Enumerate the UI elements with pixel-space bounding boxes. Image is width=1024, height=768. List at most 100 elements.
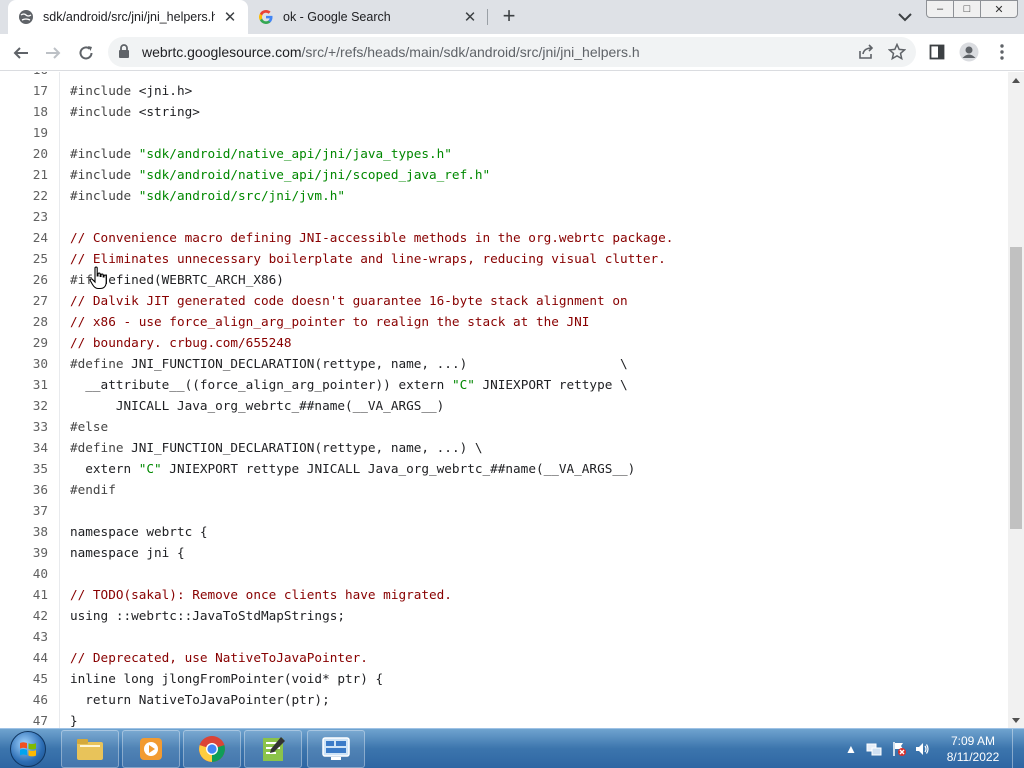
address-bar[interactable]: webrtc.googlesource.com/src/+/refs/heads…	[108, 37, 916, 67]
source-viewer: 1617 #include <jni.h> 18 #include <string> 1…	[0, 72, 1008, 728]
line-number[interactable]: 32	[0, 395, 48, 416]
forward-arrow-icon	[46, 47, 61, 59]
bookmark-star-icon[interactable]	[887, 42, 907, 66]
line-number[interactable]: 19	[0, 122, 48, 143]
gutter-divider	[59, 72, 60, 728]
code-text: // Convenience macro defining JNI-access…	[70, 230, 674, 245]
line-number[interactable]: 40	[0, 563, 48, 584]
hand-cursor-icon	[89, 266, 109, 290]
notepad-editor-icon	[263, 737, 285, 761]
maximize-button[interactable]: □	[953, 0, 981, 18]
volume-speaker-icon[interactable]	[914, 741, 930, 757]
minimize-button[interactable]: –	[926, 0, 954, 18]
close-window-button[interactable]: ✕	[980, 0, 1018, 18]
line-number[interactable]: 26	[0, 269, 48, 290]
profile-avatar-icon[interactable]	[959, 42, 979, 62]
line-number[interactable]: 39	[0, 542, 48, 563]
line-number[interactable]: 16	[0, 72, 48, 80]
network-icon[interactable]	[866, 741, 882, 757]
kebab-menu-icon[interactable]	[992, 42, 1012, 62]
code-text: #define JNI_FUNCTION_DECLARATION(rettype…	[70, 440, 483, 455]
system-clock[interactable]: 7:09 AM 8/11/2022	[937, 733, 1009, 765]
url-path: /src/+/refs/heads/main/sdk/android/src/j…	[301, 44, 640, 60]
line-number[interactable]: 29	[0, 332, 48, 353]
line-number[interactable]: 17	[0, 80, 48, 101]
url-text[interactable]: webrtc.googlesource.com/src/+/refs/heads…	[142, 44, 640, 60]
taskbar-editor-button[interactable]	[244, 730, 302, 768]
line-number[interactable]: 22	[0, 185, 48, 206]
share-icon[interactable]	[857, 43, 875, 66]
line-number[interactable]: 33	[0, 416, 48, 437]
taskbar-explorer-button[interactable]	[61, 730, 119, 768]
code-text: // Eliminates unnecessary boilerplate an…	[70, 251, 666, 266]
line-number[interactable]: 36	[0, 479, 48, 500]
line-number[interactable]: 27	[0, 290, 48, 311]
tab-divider	[487, 9, 488, 25]
close-tab-icon[interactable]: ✕	[222, 9, 238, 26]
close-tab-icon[interactable]: ✕	[462, 9, 478, 26]
lock-icon[interactable]	[118, 44, 130, 64]
code-text: #endif	[70, 482, 116, 497]
line-number[interactable]: 47	[0, 710, 48, 728]
scrollbar-thumb[interactable]	[1010, 247, 1022, 529]
new-tab-button[interactable]: +	[498, 3, 520, 28]
code-text: namespace webrtc {	[70, 524, 208, 539]
scroll-up-arrow-icon[interactable]	[1008, 72, 1024, 88]
code-text: // Dalvik JIT generated code doesn't gua…	[70, 293, 628, 308]
line-number[interactable]: 23	[0, 206, 48, 227]
taskbar-media-player-button[interactable]	[122, 730, 180, 768]
tab-search-chevron-icon[interactable]	[896, 9, 914, 25]
code-text: #define JNI_FUNCTION_DECLARATION(rettype…	[70, 356, 628, 371]
line-number[interactable]: 43	[0, 626, 48, 647]
code-text: #include "sdk/android/native_api/jni/sco…	[70, 167, 491, 182]
line-number[interactable]: 30	[0, 353, 48, 374]
code-text: extern "C" JNIEXPORT rettype JNICALL Jav…	[70, 461, 636, 476]
line-number[interactable]: 24	[0, 227, 48, 248]
line-number[interactable]: 25	[0, 248, 48, 269]
line-number[interactable]: 44	[0, 647, 48, 668]
reload-icon	[79, 46, 93, 60]
taskbar-remote-desktop-button[interactable]	[307, 730, 365, 768]
line-number[interactable]: 42	[0, 605, 48, 626]
tab-jni-helpers[interactable]: sdk/android/src/jni/jni_helpers.h ✕	[8, 0, 248, 34]
line-number[interactable]: 18	[0, 101, 48, 122]
action-center-flag-icon[interactable]	[891, 741, 907, 757]
line-number[interactable]: 31	[0, 374, 48, 395]
back-button[interactable]	[8, 40, 34, 66]
code-text: namespace jni {	[70, 545, 185, 560]
taskbar-chrome-button[interactable]	[183, 730, 241, 768]
show-hidden-icons-chevron-icon[interactable]: ▲	[843, 741, 859, 757]
vertical-scrollbar[interactable]	[1008, 72, 1024, 728]
code-text: #else	[70, 419, 109, 434]
remote-desktop-icon	[322, 737, 350, 760]
line-number[interactable]: 45	[0, 668, 48, 689]
code-text: inline long jlongFromPointer(void* ptr) …	[70, 671, 384, 686]
line-number[interactable]: 35	[0, 458, 48, 479]
code-text: // boundary. crbug.com/655248	[70, 335, 292, 350]
code-text: // TODO(sakal): Remove once clients have…	[70, 587, 452, 602]
clock-date: 8/11/2022	[946, 750, 1000, 764]
forward-button[interactable]	[40, 40, 66, 66]
show-desktop-button[interactable]	[1012, 729, 1024, 768]
line-number[interactable]: 37	[0, 500, 48, 521]
scroll-down-arrow-icon[interactable]	[1008, 712, 1024, 728]
globe-icon	[18, 9, 34, 25]
folder-icon	[77, 739, 103, 760]
tab-google-search[interactable]: ok - Google Search ✕	[248, 0, 488, 34]
line-number[interactable]: 20	[0, 143, 48, 164]
line-number[interactable]: 41	[0, 584, 48, 605]
side-panel-icon[interactable]	[927, 42, 947, 62]
code-text: #include "sdk/android/native_api/jni/jav…	[70, 146, 452, 161]
line-number[interactable]: 46	[0, 689, 48, 710]
line-number[interactable]: 28	[0, 311, 48, 332]
line-number[interactable]: 38	[0, 521, 48, 542]
google-icon	[258, 9, 274, 25]
code-text: using ::webrtc::JavaToStdMapStrings;	[70, 608, 345, 623]
start-button[interactable]	[2, 729, 54, 768]
code-text: #include <jni.h>	[70, 83, 193, 98]
line-number[interactable]: 34	[0, 437, 48, 458]
reload-button[interactable]	[73, 40, 99, 66]
code-text: }	[70, 713, 78, 728]
code-text: #include <string>	[70, 104, 200, 119]
line-number[interactable]: 21	[0, 164, 48, 185]
